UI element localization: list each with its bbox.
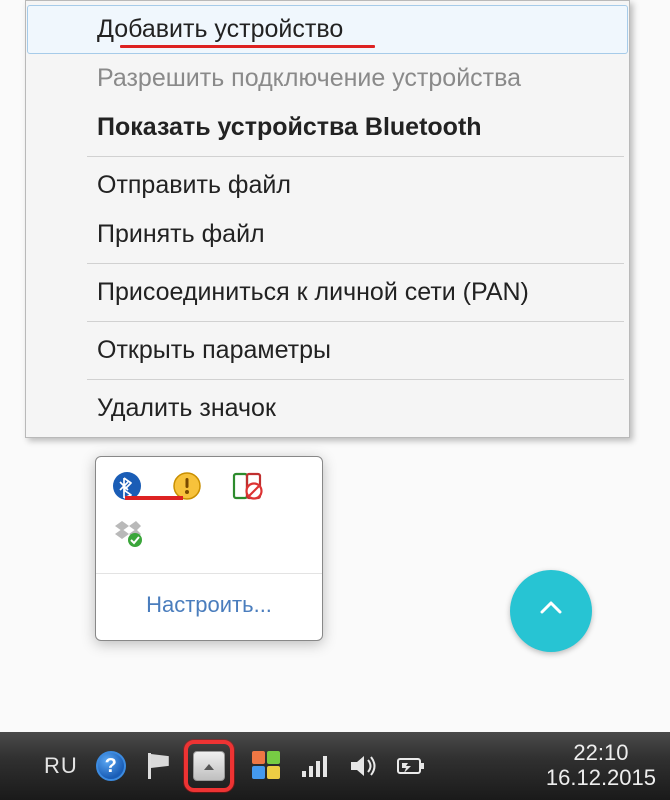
menu-item-allow-connect: Разрешить подключение устройства xyxy=(27,54,628,103)
menu-separator xyxy=(87,379,624,380)
windows-color-icon[interactable] xyxy=(252,751,282,781)
menu-item-label: Разрешить подключение устройства xyxy=(97,64,521,92)
taskbar-clock[interactable]: 22:10 16.12.2015 xyxy=(546,741,656,790)
menu-item-send-file[interactable]: Отправить файл xyxy=(27,161,628,210)
tray-customize-label: Настроить... xyxy=(146,592,272,617)
menu-item-label: Открыть параметры xyxy=(97,336,331,364)
menu-item-label: Добавить устройство xyxy=(97,15,343,43)
menu-item-label: Показать устройства Bluetooth xyxy=(97,113,482,141)
help-icon[interactable]: ? xyxy=(96,751,126,781)
dropbox-synced-icon[interactable] xyxy=(110,515,144,549)
triangle-up-icon xyxy=(202,755,216,778)
scroll-to-top-fab[interactable] xyxy=(510,570,592,652)
volume-icon[interactable] xyxy=(348,753,378,779)
network-icon[interactable] xyxy=(300,753,330,779)
annotation-highlight-box xyxy=(184,740,234,792)
tray-icons-row xyxy=(96,507,322,569)
menu-item-label: Принять файл xyxy=(97,220,265,248)
menu-item-join-pan[interactable]: Присоединиться к личной сети (PAN) xyxy=(27,268,628,317)
menu-item-open-settings[interactable]: Открыть параметры xyxy=(27,326,628,375)
menu-item-label: Удалить значок xyxy=(97,394,276,422)
menu-item-receive-file[interactable]: Принять файл xyxy=(27,210,628,259)
battery-icon[interactable] xyxy=(396,753,426,779)
menu-item-label: Отправить файл xyxy=(97,171,291,199)
action-center-flag-icon[interactable] xyxy=(144,751,174,781)
language-indicator[interactable]: RU xyxy=(44,753,78,779)
menu-separator xyxy=(87,263,624,264)
tray-customize-link[interactable]: Настроить... xyxy=(96,574,322,640)
hidden-icons-popup: Настроить... xyxy=(95,456,323,641)
taskbar: RU ? xyxy=(0,732,670,800)
menu-item-remove-icon[interactable]: Удалить значок xyxy=(27,384,628,433)
clock-time: 22:10 xyxy=(546,741,656,766)
menu-item-show-devices[interactable]: Показать устройства Bluetooth xyxy=(27,103,628,152)
blocked-icon[interactable] xyxy=(230,469,264,503)
show-hidden-icons-button[interactable] xyxy=(193,751,225,781)
chevron-up-icon xyxy=(540,602,562,621)
annotation-underline xyxy=(120,45,375,48)
menu-separator xyxy=(87,156,624,157)
language-label: RU xyxy=(44,753,78,778)
bluetooth-context-menu: Добавить устройство Разрешить подключени… xyxy=(25,0,630,438)
menu-separator xyxy=(87,321,624,322)
annotation-underline xyxy=(125,496,183,500)
menu-item-label: Присоединиться к личной сети (PAN) xyxy=(97,278,529,306)
clock-date: 16.12.2015 xyxy=(546,766,656,791)
